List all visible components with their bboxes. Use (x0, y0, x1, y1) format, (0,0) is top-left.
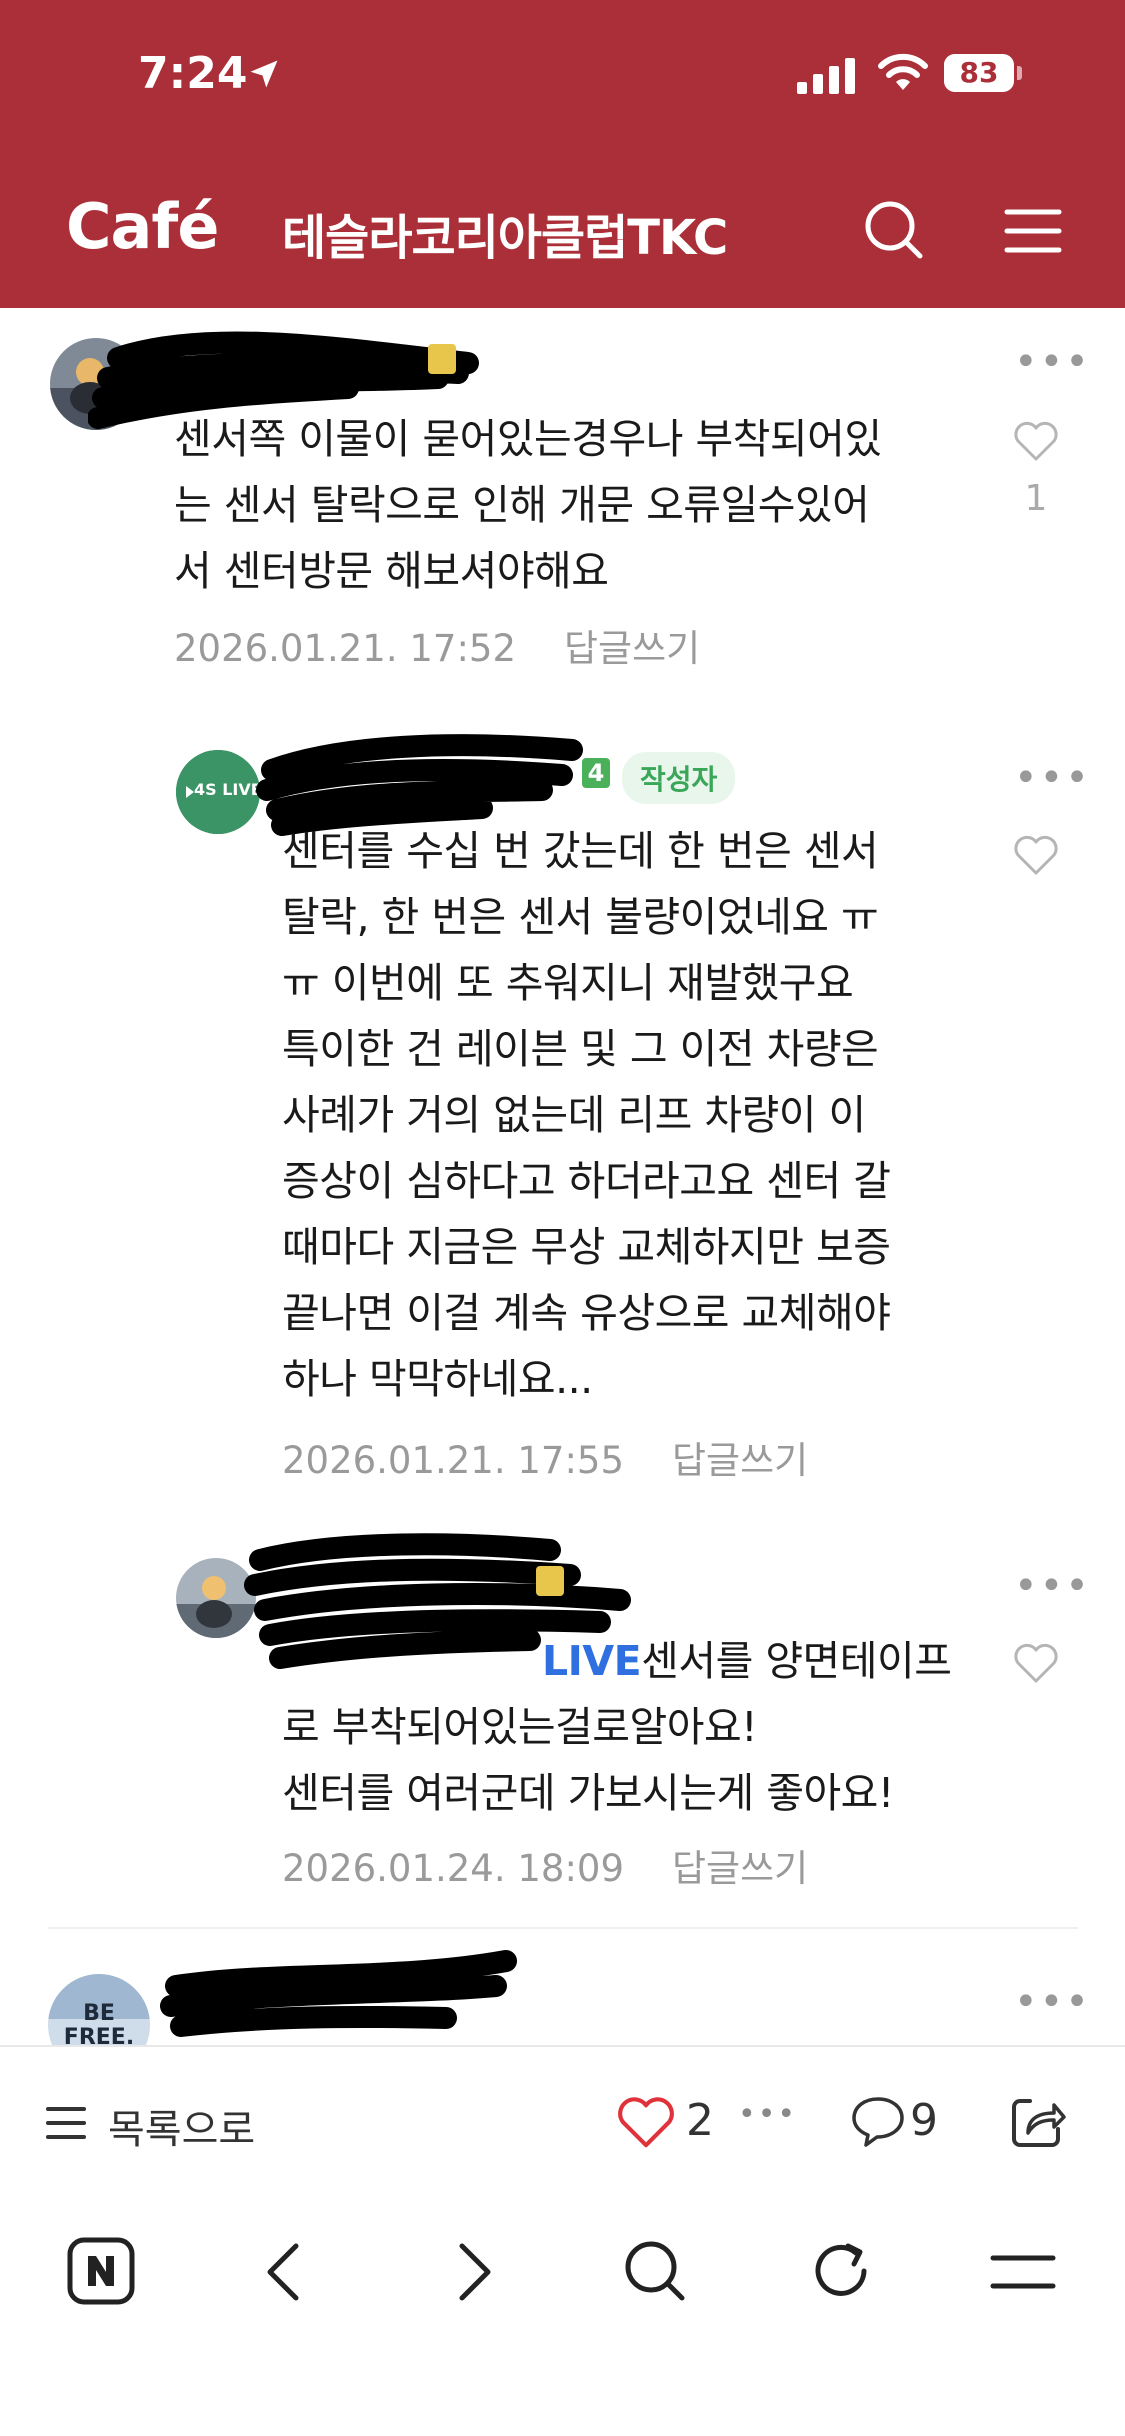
heart-icon[interactable] (1013, 834, 1059, 876)
comment-line: 사례가 거의 없는데 리프 차량이 이 (282, 1091, 866, 1139)
comment-text: LIVE센서를 양면테이프 로 부착되어있는걸로알아요! 센터를 여러군데 가보… (282, 1628, 952, 1826)
comment-line: 는 센서 탈락으로 인해 개문 오류일수있어 (174, 481, 870, 529)
comment-divider (48, 1927, 1078, 1929)
comment-meta: 2026.01.21. 17:55 답글쓰기 (282, 1430, 808, 1484)
list-icon[interactable] (46, 2105, 86, 2141)
comment-line: 때마다 지금은 무상 교체하지만 보증 (282, 1223, 891, 1271)
redacted-username (160, 1950, 517, 2037)
like-count: 2 (686, 2095, 714, 2146)
member-level-badge (428, 344, 456, 374)
refresh-icon[interactable] (808, 2238, 874, 2304)
menu-icon[interactable] (1004, 208, 1062, 254)
comment-line: 로 부착되어있는걸로알아요! (282, 1703, 758, 1751)
comment-meta: 2026.01.24. 18:09 답글쓰기 (282, 1838, 808, 1892)
browser-toolbar (0, 2202, 1125, 2436)
comment-line: 증상이 심하다고 하더라고요 센터 갈 (282, 1157, 891, 1205)
comment-text: 센서쪽 이물이 묻어있는경우나 부착되어있 는 센서 탈락으로 인해 개문 오류… (174, 406, 882, 604)
share-icon[interactable] (1008, 2093, 1066, 2151)
cellular-signal-icon (797, 58, 855, 94)
heart-icon[interactable] (616, 2095, 676, 2149)
comment-line: 센서쪽 이물이 묻어있는경우나 부착되어있 (174, 415, 882, 463)
comment-line: 센터를 여러군데 가보시는게 좋아요! (282, 1769, 894, 1817)
more-options-icon[interactable]: ••• (1014, 342, 1091, 382)
comment-date: 2026.01.21. 17:55 (282, 1439, 624, 1482)
article-action-bar: 목록으로 2 ••• 9 (0, 2045, 1125, 2204)
more-options-icon[interactable]: ••• (1014, 1982, 1091, 2022)
wifi-icon (878, 53, 928, 90)
battery-indicator: 83 (944, 54, 1024, 92)
comment-line: 센터를 수십 번 갔는데 한 번은 센서 (282, 827, 879, 875)
comment-line: 하나 막막하네요... (282, 1355, 593, 1403)
status-time: 7:24 (138, 48, 248, 99)
location-arrow-icon (250, 60, 278, 88)
cafe-logo[interactable]: Café (66, 190, 219, 263)
comment-like-count: 1 (1024, 478, 1048, 519)
comment-count: 9 (910, 2095, 938, 2146)
member-level-badge: 4 (582, 758, 610, 788)
comment-line: 서 센터방문 해보셔야해요 (174, 547, 609, 595)
back-to-list-button[interactable]: 목록으로 (108, 2097, 255, 2155)
comment-line: 탈락, 한 번은 센서 불량이었네요 ㅠ (282, 893, 879, 941)
comment-date: 2026.01.24. 18:09 (282, 1847, 624, 1890)
more-options-icon[interactable]: ••• (1014, 1566, 1091, 1606)
heart-icon[interactable] (1013, 1642, 1059, 1684)
browser-search-icon[interactable] (622, 2238, 688, 2304)
search-icon[interactable] (862, 198, 926, 262)
more-options-icon[interactable]: ••• (1014, 758, 1091, 798)
battery-body: 83 (944, 54, 1014, 92)
mention-tag[interactable]: LIVE (542, 1637, 642, 1685)
reply-button[interactable]: 답글쓰기 (672, 1847, 808, 1890)
comment-icon[interactable] (850, 2093, 906, 2149)
back-arrow-icon[interactable] (262, 2240, 306, 2304)
comment-line: 끝나면 이걸 계속 유상으로 교체해야 (282, 1289, 891, 1337)
comment-line-first: 센서를 양면테이프 (641, 1637, 952, 1685)
comment-line: 특이한 건 레이븐 및 그 이전 차량은 (282, 1025, 879, 1073)
more-icon[interactable]: ••• (738, 2097, 797, 2132)
comment-meta: 2026.01.21. 17:52 답글쓰기 (174, 618, 700, 672)
comment-text: 센터를 수십 번 갔는데 한 번은 센서 탈락, 한 번은 센서 불량이었네요 … (282, 818, 891, 1412)
cafe-title[interactable]: 테슬라코리아클럽TKC (282, 198, 728, 268)
author-badge: 작성자 (622, 752, 736, 804)
naver-home-icon[interactable] (66, 2236, 136, 2306)
avatar-logo-text: 4S LIVE (194, 780, 260, 799)
battery-percent: 83 (959, 56, 999, 89)
member-level-badge (536, 1566, 564, 1596)
app-header: 7:24 83 Café 테슬라코리아클럽TKC (0, 0, 1125, 308)
commenter-avatar[interactable]: 4S LIVE (176, 750, 260, 834)
avatar-text: BE FREE. (63, 2001, 135, 2050)
forward-arrow-icon[interactable] (452, 2240, 496, 2304)
heart-icon[interactable] (1013, 420, 1059, 462)
comment-line: LIVE센서를 양면테이프 (282, 1628, 952, 1694)
comment-line: ㅠ 이번에 또 추워지니 재발했구요 (282, 959, 854, 1007)
reply-button[interactable]: 답글쓰기 (672, 1439, 808, 1482)
browser-menu-icon[interactable] (990, 2252, 1056, 2292)
battery-cap (1017, 66, 1022, 80)
comment-date: 2026.01.21. 17:52 (174, 627, 516, 670)
reply-button[interactable]: 답글쓰기 (564, 627, 700, 670)
